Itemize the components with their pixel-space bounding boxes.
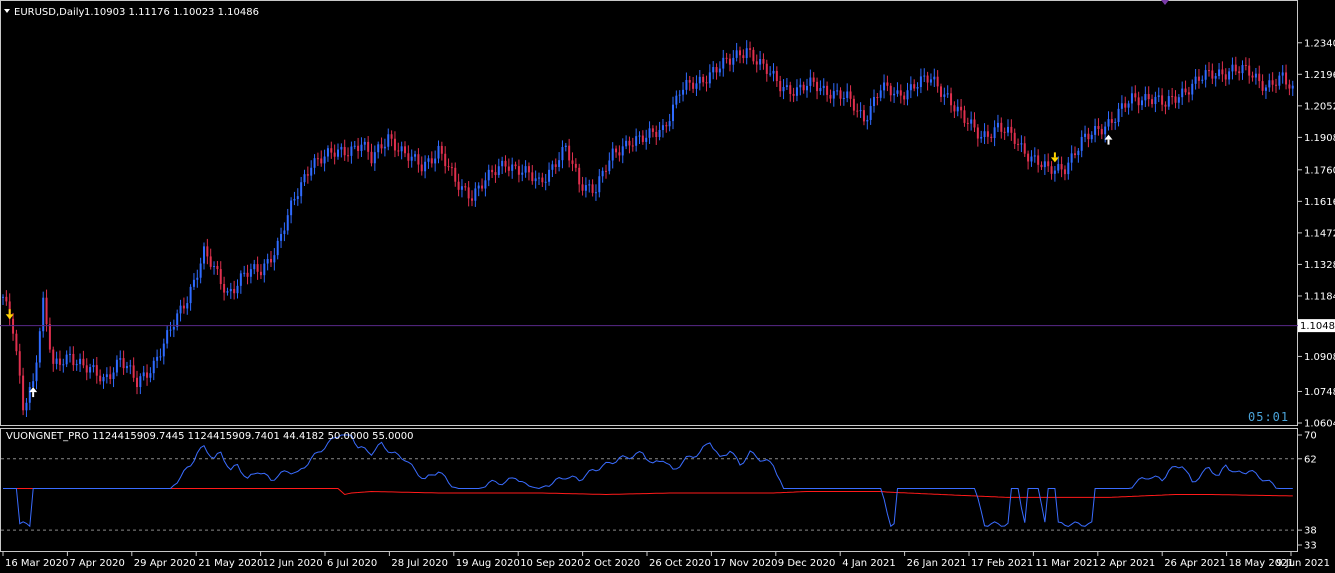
indicator-tick-label: 33	[1304, 541, 1317, 552]
trading-terminal[interactable]: EURUSD,Daily 1.10903 1.11176 1.10023 1.1…	[0, 0, 1335, 573]
price-tick-label: 1.11840	[1304, 291, 1335, 302]
time-tick-label: 6 Jul 2020	[327, 558, 377, 569]
price-tick-label: 1.21960	[1304, 70, 1335, 81]
current-price-tag: 1.10486	[1298, 319, 1335, 333]
time-axis[interactable]: 16 Mar 2020 7 Apr 2020 29 Apr 2020 21 May 2…	[2, 552, 1330, 569]
time-tick-label: 19 Aug 2020	[456, 558, 520, 569]
time-tick-label: 17 Feb 2021	[971, 558, 1033, 569]
indicator-axis[interactable]: 70 62 38 33	[1298, 431, 1317, 552]
time-tick-label: 10 Sep 2020	[520, 558, 583, 569]
price-tick-label: 1.16160	[1304, 197, 1335, 208]
time-tick-label: 9 Jun 2021	[1276, 558, 1330, 569]
indicator-tick-label: 70	[1304, 431, 1317, 442]
time-tick-label: 2 Apr 2021	[1100, 558, 1155, 569]
time-tick-label: 26 Apr 2021	[1164, 558, 1226, 569]
symbol-timeframe-label: EURUSD,Daily	[14, 7, 85, 18]
time-tick-label: 2 Oct 2020	[585, 558, 640, 569]
time-tick-label: 26 Jan 2021	[907, 558, 967, 569]
time-tick-label: 26 Oct 2020	[649, 558, 711, 569]
time-tick-label: 16 Mar 2020	[5, 558, 68, 569]
price-tick-label: 1.09080	[1304, 352, 1335, 363]
indicator-tick-label: 62	[1304, 454, 1317, 465]
main-chart-pane[interactable]: EURUSD,Daily 1.10903 1.11176 1.10023 1.1…	[0, 0, 1298, 426]
time-tick-label: 12 Jun 2020	[263, 558, 323, 569]
price-tick-label: 1.13280	[1304, 260, 1335, 271]
time-tick-label: 28 Jul 2020	[391, 558, 448, 569]
indicator-background	[0, 428, 1298, 552]
time-tick-label: 17 Nov 2020	[713, 558, 777, 569]
price-tick-label: 1.06040	[1304, 419, 1335, 430]
candle	[42, 291, 45, 338]
time-tick-label: 29 Apr 2020	[134, 558, 196, 569]
price-tick-label: 1.23400	[1304, 38, 1335, 49]
current-price-tag-label: 1.10486	[1300, 321, 1335, 332]
indicator-tick-label: 38	[1304, 526, 1317, 537]
time-tick-label: 11 Mar 2021	[1035, 558, 1098, 569]
time-tick-label: 4 Jan 2021	[842, 558, 896, 569]
time-tick-label: 21 May 2020	[198, 558, 263, 569]
indicator-pane[interactable]: VUONGNET_PRO 1124415909.7445 1124415909.…	[0, 428, 1298, 552]
ohlc-values-label: 1.10903 1.11176 1.10023 1.10486	[84, 7, 259, 18]
price-tick-label: 1.20520	[1304, 101, 1335, 112]
time-tick-label: 7 Apr 2020	[69, 558, 124, 569]
price-axis[interactable]: 1.23400 1.21960 1.20520 1.19080 1.17600 1.161…	[1298, 38, 1335, 430]
bar-countdown-timer: 05:01	[1248, 410, 1289, 424]
indicator-label: VUONGNET_PRO 1124415909.7445 1124415909.…	[6, 431, 413, 442]
main-chart-background	[0, 0, 1298, 426]
price-tick-label: 1.07480	[1304, 387, 1335, 398]
time-tick-label: 9 Dec 2020	[778, 558, 836, 569]
price-tick-label: 1.14720	[1304, 228, 1335, 239]
candle	[38, 327, 41, 368]
price-tick-label: 1.17600	[1304, 165, 1335, 176]
price-tick-label: 1.19080	[1304, 133, 1335, 144]
